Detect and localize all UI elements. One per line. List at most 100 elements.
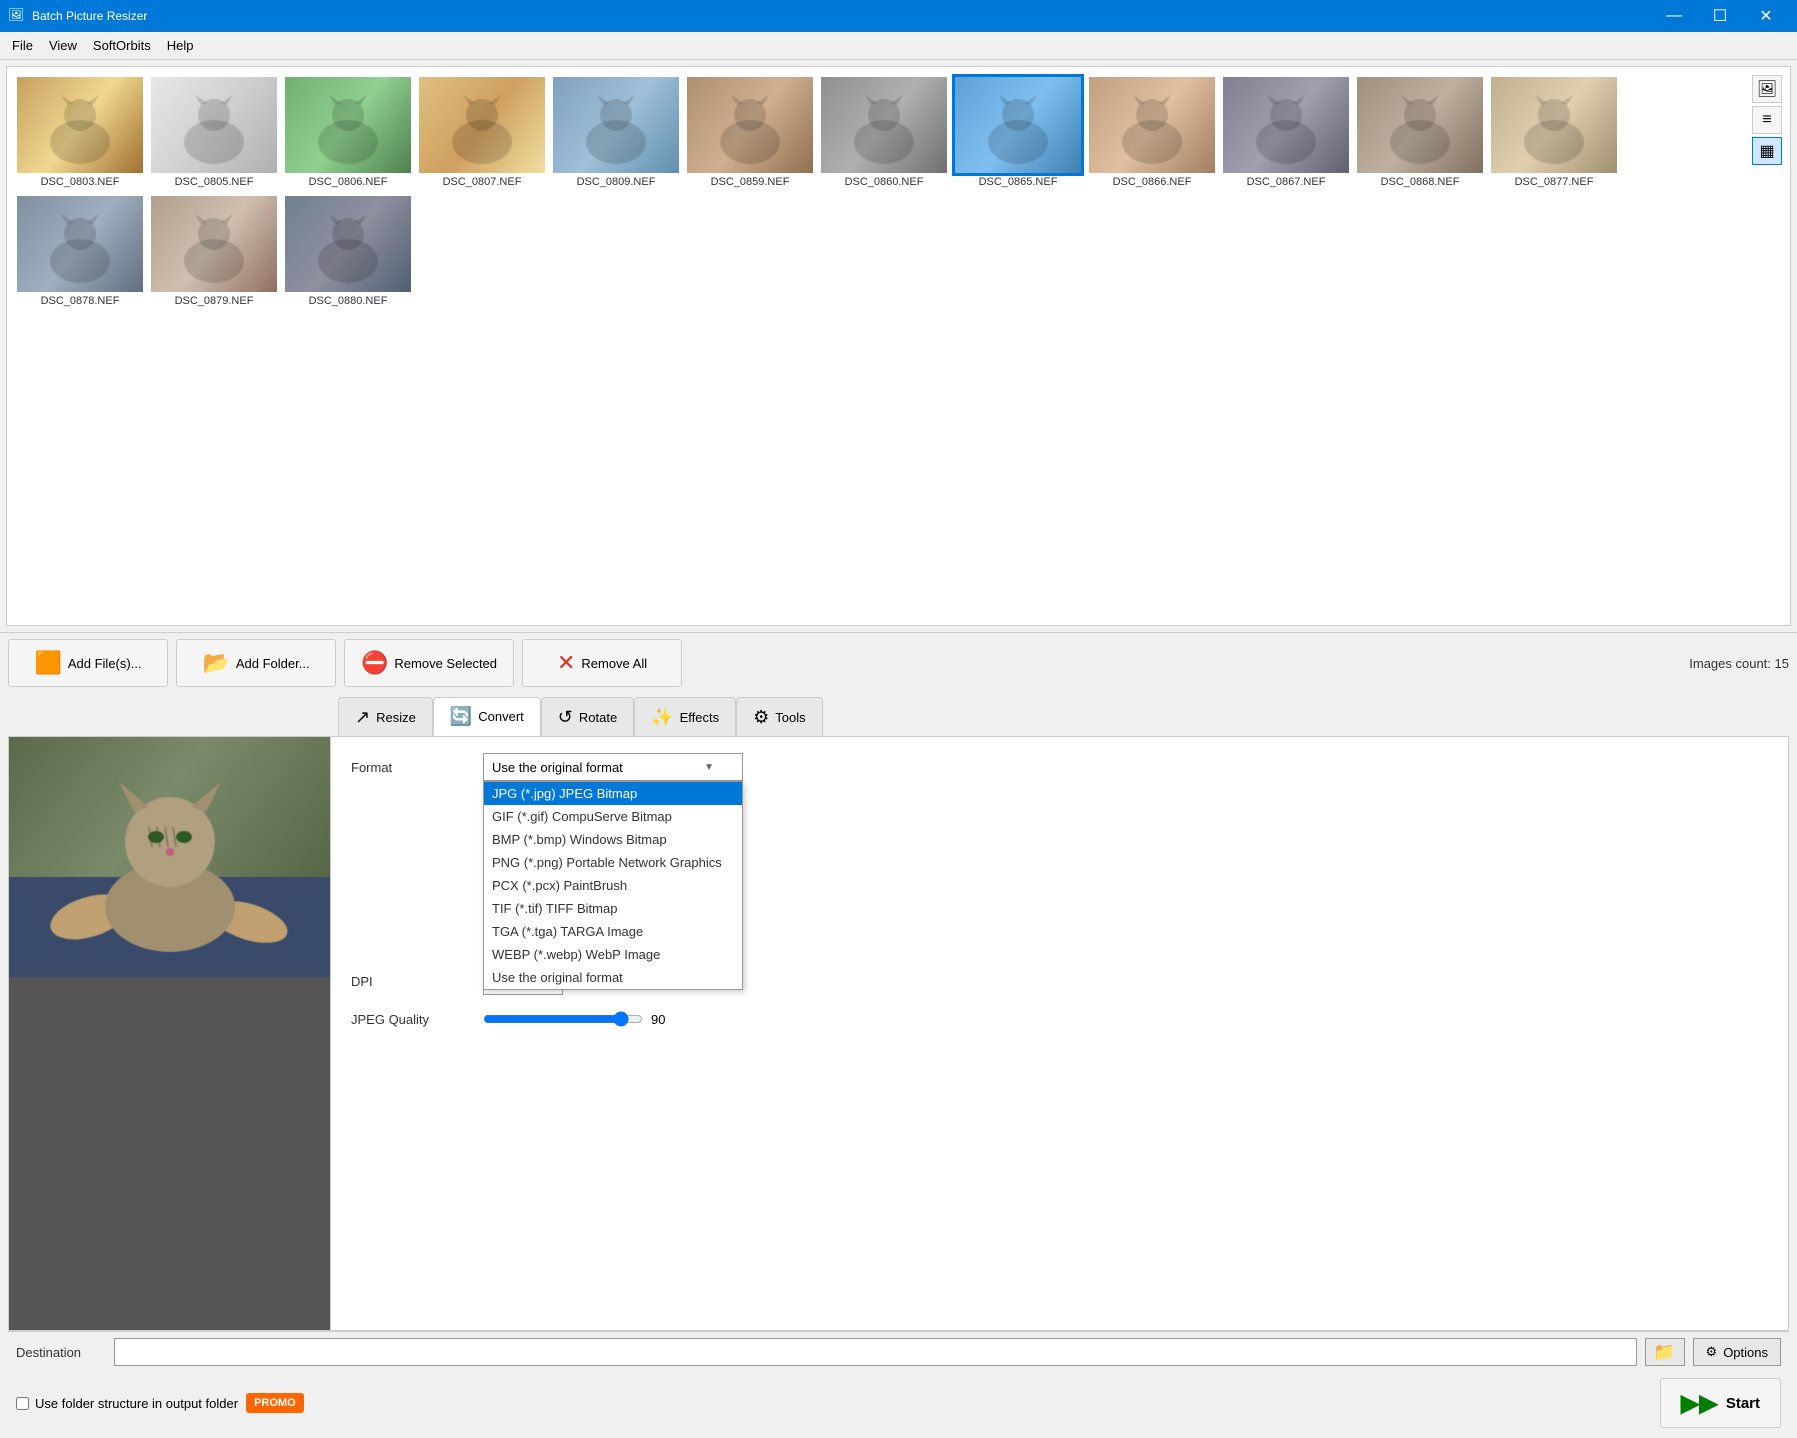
thumb-container-11	[1357, 77, 1483, 173]
image-thumb-7[interactable]: DSC_0860.NEF	[819, 75, 949, 190]
remove-selected-button[interactable]: ⛔ Remove Selected	[344, 639, 514, 687]
thumb-canvas-1	[17, 77, 143, 173]
format-option-bmp[interactable]: BMP (*.bmp) Windows Bitmap	[484, 828, 742, 851]
format-option-pcx[interactable]: PCX (*.pcx) PaintBrush	[484, 874, 742, 897]
menu-softorbits[interactable]: SoftOrbits	[85, 36, 159, 55]
format-option-gif[interactable]: GIF (*.gif) CompuServe Bitmap	[484, 805, 742, 828]
menu-file[interactable]: File	[4, 36, 41, 55]
bottom-actions: Use folder structure in output folder PR…	[8, 1372, 1789, 1434]
thumb-label-4: DSC_0807.NEF	[443, 176, 522, 188]
image-thumb-6[interactable]: DSC_0859.NEF	[685, 75, 815, 190]
list-view-button[interactable]: ≡	[1752, 106, 1782, 134]
image-thumb-9[interactable]: DSC_0866.NEF	[1087, 75, 1217, 190]
settings-panel: Format Use the original format ▼ JPG (*.…	[331, 737, 1788, 1330]
toolbar: 🟧 Add File(s)... 📂 Add Folder... ⛔ Remov…	[0, 632, 1797, 693]
add-files-button[interactable]: 🟧 Add File(s)...	[8, 639, 168, 687]
title-bar: 🖼 Batch Picture Resizer — ☐ ✕	[0, 0, 1797, 32]
image-thumb-10[interactable]: DSC_0867.NEF	[1221, 75, 1351, 190]
preview-panel	[9, 737, 331, 1330]
menu-bar: File View SoftOrbits Help	[0, 32, 1797, 60]
folder-structure-label: Use folder structure in output folder	[35, 1396, 238, 1411]
minimize-button[interactable]: —	[1651, 0, 1697, 32]
image-thumb-1[interactable]: DSC_0803.NEF	[15, 75, 145, 190]
thumb-label-13: DSC_0878.NEF	[41, 295, 120, 307]
promo-badge: PROMO	[246, 1393, 304, 1413]
tab-convert[interactable]: 🔄 Convert	[433, 697, 541, 736]
add-folder-button[interactable]: 📂 Add Folder...	[176, 639, 336, 687]
tab-tools[interactable]: ⚙ Tools	[736, 697, 823, 736]
add-files-label: Add File(s)...	[68, 656, 142, 671]
tab-rotate[interactable]: ↺ Rotate	[541, 697, 634, 736]
thumb-canvas-10	[1223, 77, 1349, 173]
thumb-label-11: DSC_0868.NEF	[1381, 176, 1460, 188]
tab-resize[interactable]: ↗ Resize	[338, 697, 433, 736]
close-button[interactable]: ✕	[1743, 0, 1789, 32]
image-thumb-8[interactable]: DSC_0865.NEF	[953, 75, 1083, 190]
main-container: DSC_0803.NEFDSC_0805.NEFDSC_0806.NEFDSC_…	[0, 60, 1797, 1438]
image-thumb-12[interactable]: DSC_0877.NEF	[1489, 75, 1619, 190]
grid-view-button[interactable]: ▦	[1752, 137, 1782, 165]
thumb-container-6	[687, 77, 813, 173]
browse-icon: 📁	[1653, 1342, 1675, 1363]
image-thumb-5[interactable]: DSC_0809.NEF	[551, 75, 681, 190]
remove-selected-icon: ⛔	[361, 650, 388, 676]
format-option-original[interactable]: Use the original format	[484, 966, 742, 989]
tab-rotate-label: Rotate	[579, 710, 617, 725]
options-button[interactable]: ⚙ Options	[1693, 1338, 1781, 1366]
thumb-label-2: DSC_0805.NEF	[175, 176, 254, 188]
thumb-canvas-9	[1089, 77, 1215, 173]
thumb-canvas-8	[955, 77, 1081, 173]
image-thumb-13[interactable]: DSC_0878.NEF	[15, 194, 145, 309]
thumb-label-9: DSC_0866.NEF	[1113, 176, 1192, 188]
format-label: Format	[351, 760, 471, 775]
thumb-label-14: DSC_0879.NEF	[175, 295, 254, 307]
images-count-value: 15	[1775, 656, 1789, 671]
jpeg-quality-slider[interactable]	[483, 1011, 643, 1027]
thumb-label-7: DSC_0860.NEF	[845, 176, 924, 188]
format-dropdown[interactable]: Use the original format ▼ JPG (*.jpg) JP…	[483, 753, 743, 781]
thumb-container-12	[1491, 77, 1617, 173]
bottom-panel: ↗ Resize 🔄 Convert ↺ Rotate ✨ Effects ⚙ …	[0, 693, 1797, 1438]
effects-icon: ✨	[651, 707, 673, 728]
menu-view[interactable]: View	[41, 36, 85, 55]
destination-input[interactable]	[114, 1338, 1637, 1366]
thumb-canvas-15	[285, 196, 411, 292]
format-option-tga[interactable]: TGA (*.tga) TARGA Image	[484, 920, 742, 943]
thumb-container-15	[285, 196, 411, 292]
image-thumb-14[interactable]: DSC_0879.NEF	[149, 194, 279, 309]
thumb-label-5: DSC_0809.NEF	[577, 176, 656, 188]
thumb-canvas-12	[1491, 77, 1617, 173]
large-icon-view-button[interactable]: 🖼	[1752, 75, 1782, 103]
format-selected-text: Use the original format	[492, 760, 623, 775]
thumb-container-3	[285, 77, 411, 173]
tab-effects[interactable]: ✨ Effects	[634, 697, 736, 736]
destination-browse-button[interactable]: 📁	[1645, 1338, 1685, 1366]
format-row: Format Use the original format ▼ JPG (*.…	[351, 753, 1768, 781]
maximize-button[interactable]: ☐	[1697, 0, 1743, 32]
image-thumb-11[interactable]: DSC_0868.NEF	[1355, 75, 1485, 190]
image-thumb-2[interactable]: DSC_0805.NEF	[149, 75, 279, 190]
start-button[interactable]: ▶▶ Start	[1660, 1378, 1781, 1428]
thumb-canvas-4	[419, 77, 545, 173]
folder-structure-checkbox[interactable]	[16, 1397, 29, 1410]
app-title: Batch Picture Resizer	[32, 9, 1651, 23]
format-option-webp[interactable]: WEBP (*.webp) WebP Image	[484, 943, 742, 966]
format-option-png[interactable]: PNG (*.png) Portable Network Graphics	[484, 851, 742, 874]
start-icon: ▶▶	[1681, 1389, 1718, 1418]
menu-help[interactable]: Help	[159, 36, 202, 55]
images-count-label: Images count:	[1689, 656, 1771, 671]
image-thumb-3[interactable]: DSC_0806.NEF	[283, 75, 413, 190]
format-option-jpg[interactable]: JPG (*.jpg) JPEG Bitmap	[484, 782, 742, 805]
remove-all-button[interactable]: ✕ Remove All	[522, 639, 682, 687]
jpeg-quality-value: 90	[651, 1012, 681, 1027]
thumb-label-6: DSC_0859.NEF	[711, 176, 790, 188]
format-selected[interactable]: Use the original format ▼	[483, 753, 743, 781]
convert-icon: 🔄	[450, 706, 472, 727]
thumb-container-5	[553, 77, 679, 173]
format-option-tif[interactable]: TIF (*.tif) TIFF Bitmap	[484, 897, 742, 920]
thumb-canvas-14	[151, 196, 277, 292]
thumb-canvas-2	[151, 77, 277, 173]
image-thumb-15[interactable]: DSC_0880.NEF	[283, 194, 413, 309]
image-thumb-4[interactable]: DSC_0807.NEF	[417, 75, 547, 190]
thumb-container-2	[151, 77, 277, 173]
